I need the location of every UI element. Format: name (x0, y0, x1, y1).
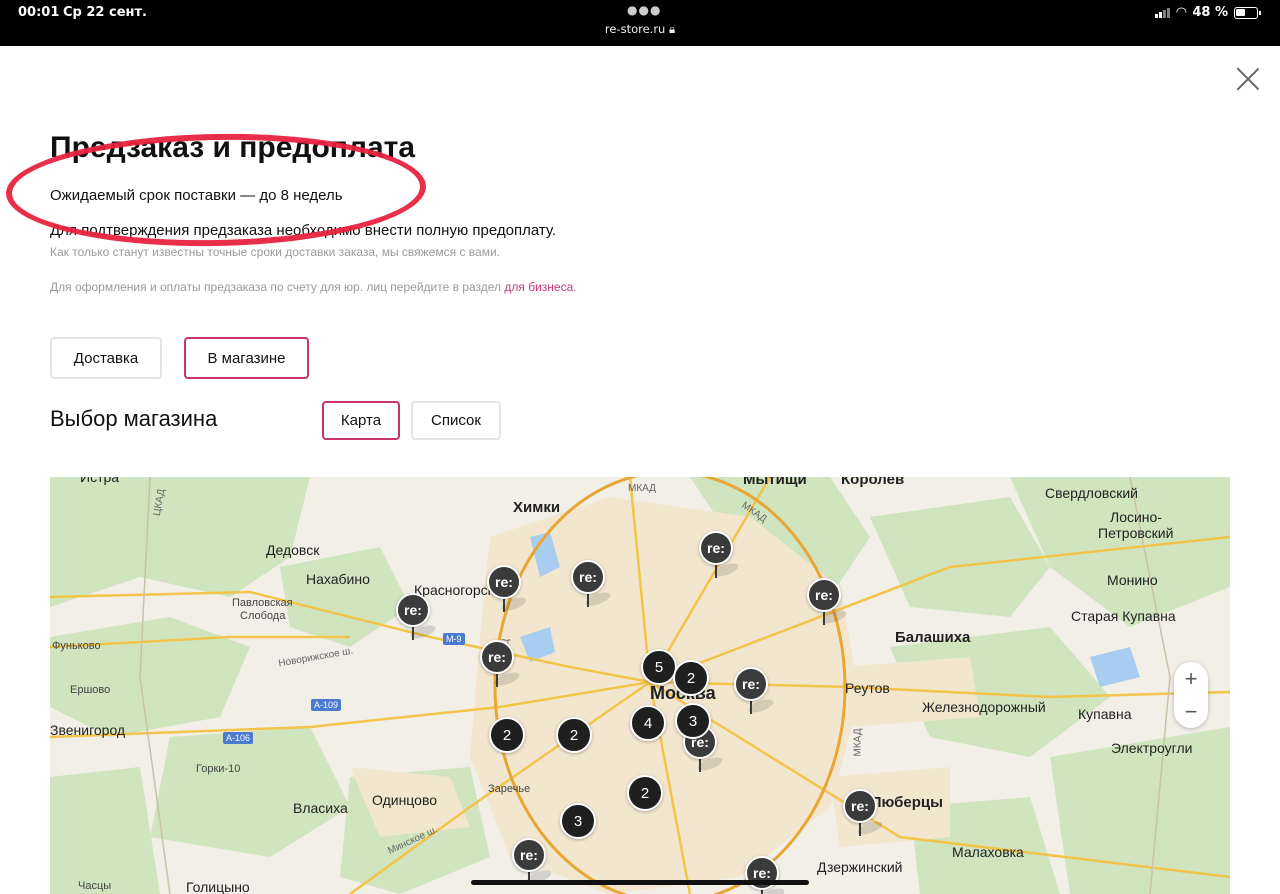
business-prefix: Для оформления и оплаты предзаказа по сч… (50, 280, 505, 294)
status-date: Ср 22 сент. (63, 5, 147, 20)
place-istra: Истра (80, 477, 120, 485)
place-funkovo: Фуньково (52, 640, 101, 652)
road-m9: М-9 (443, 633, 465, 645)
place-lyubertsy: Люберцы (871, 794, 943, 811)
place-zarechye: Заречье (488, 783, 531, 795)
place-vlasikha: Власиха (293, 800, 348, 816)
store-pin[interactable]: re: (512, 838, 553, 894)
place-mytishchi: Мытищи (743, 477, 807, 488)
store-pin[interactable]: re: (396, 593, 437, 653)
business-link[interactable]: для бизнеса (504, 280, 573, 294)
status-time: 00:01 (18, 5, 60, 20)
place-golitsyno: Голицыно (186, 879, 250, 894)
view-list-button[interactable]: Список (411, 401, 501, 440)
store-pin[interactable]: re: (734, 667, 775, 727)
place-korolev: Королев (841, 477, 905, 488)
business-suffix: . (573, 280, 577, 294)
road-a106: А-106 (223, 732, 254, 744)
close-icon[interactable] (1236, 67, 1260, 91)
zoom-control: + − (1174, 662, 1208, 728)
store-cluster[interactable]: 4 (630, 705, 666, 741)
place-sverdlovsky: Свердловский (1045, 485, 1138, 501)
store-cluster[interactable]: 3 (560, 803, 596, 839)
place-ershovo: Ершово (70, 684, 111, 696)
store-select-heading: Выбор магазина (50, 406, 218, 431)
place-pavlovskaya-2: Слобода (240, 610, 286, 622)
place-reutov: Реутов (845, 680, 890, 696)
map-background (50, 477, 1230, 894)
prepayment-note: Для подтверждения предзаказа необходимо … (50, 222, 557, 239)
store-pin[interactable]: re: (699, 531, 740, 591)
home-indicator (471, 880, 809, 885)
store-pin[interactable]: re: (807, 578, 848, 638)
status-right: ◠ 48 % (1155, 5, 1261, 20)
lock-icon: 🔒︎ (669, 22, 676, 36)
battery-percent: 48 % (1192, 5, 1228, 20)
store-cluster[interactable]: 5 (641, 649, 677, 685)
battery-icon (1234, 6, 1261, 19)
zoom-in-button[interactable]: + (1174, 662, 1208, 695)
place-gorki: Горки-10 (196, 763, 241, 775)
expected-delivery: Ожидаемый срок поставки — до 8 недель (50, 187, 343, 204)
url-text: re-store.ru (604, 22, 666, 36)
road-mkad-3: МКАД (852, 728, 864, 757)
tab-in-store[interactable]: В магазине (184, 337, 309, 379)
place-odintsovo: Одинцово (372, 792, 438, 808)
store-cluster[interactable]: 2 (673, 660, 709, 696)
place-pavlovskaya-1: Павловская (232, 597, 293, 609)
place-losino-1: Лосино- (1110, 509, 1162, 525)
status-bar: 00:01 Ср 22 сент. ●●● re-store.ru 🔒︎ ◠ 4… (0, 0, 1280, 46)
store-cluster[interactable]: 2 (627, 775, 663, 811)
place-kupavna: Купавна (1078, 706, 1132, 722)
contact-note: Как только станут известны точные сроки … (50, 245, 500, 259)
store-pin[interactable]: re: (745, 856, 786, 894)
view-map-button[interactable]: Карта (322, 401, 400, 440)
address-bar[interactable]: re-store.ru 🔒︎ (0, 22, 1280, 37)
place-dedovsk: Дедовск (266, 542, 320, 558)
store-pin[interactable]: re: (571, 560, 612, 620)
zoom-out-button[interactable]: − (1174, 695, 1208, 728)
place-zheleznodorozhny: Железнодорожный (922, 699, 1046, 715)
place-khimki: Химки (513, 499, 561, 516)
place-nakhabino: Нахабино (306, 571, 370, 587)
store-cluster[interactable]: 2 (556, 717, 592, 753)
road-a109: А-109 (311, 699, 342, 711)
place-zvenigorod: Звенигород (50, 722, 126, 738)
business-note: Для оформления и оплаты предзаказа по сч… (50, 280, 577, 294)
store-cluster[interactable]: 2 (489, 717, 525, 753)
signal-icon (1155, 7, 1171, 18)
store-pin[interactable]: re: (843, 789, 884, 849)
store-map[interactable]: Истра Химки Мытищи Королев Свердловский … (50, 477, 1230, 894)
modal-title: Предзаказ и предоплата (50, 131, 416, 164)
more-dots-icon[interactable]: ●●● (627, 3, 661, 17)
wifi-icon: ◠ (1176, 5, 1187, 20)
place-losino-2: Петровский (1098, 525, 1174, 541)
place-dzerzhinsky: Дзержинский (817, 859, 903, 875)
place-monino: Монино (1107, 572, 1158, 588)
place-malakhovka: Малаховка (952, 844, 1024, 860)
store-pin[interactable]: re: (480, 640, 521, 700)
place-staraya-kupavna: Старая Купавна (1071, 608, 1176, 624)
store-pin[interactable]: re: (487, 565, 528, 625)
store-cluster[interactable]: 3 (675, 703, 711, 739)
place-elektrougli: Электроугли (1111, 740, 1193, 756)
road-mkad-1: МКАД (628, 483, 656, 494)
tab-delivery[interactable]: Доставка (50, 337, 162, 379)
place-balashikha: Балашиха (895, 629, 971, 646)
place-chastsy: Часцы (78, 880, 112, 892)
